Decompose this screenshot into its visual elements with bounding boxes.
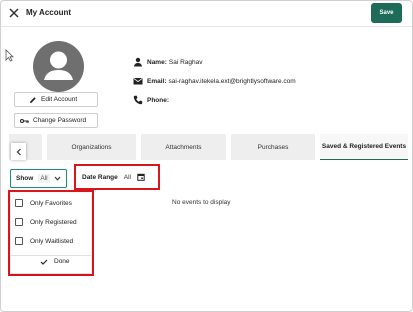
tab-bar: Organizations Attachments Purchases Save… (9, 134, 408, 160)
menu-divider (11, 255, 91, 256)
chevron-left-icon (16, 148, 21, 155)
show-filter-value: All (38, 174, 50, 183)
show-filter-dropdown[interactable]: Show All (10, 169, 67, 188)
save-button[interactable]: Save (371, 3, 402, 23)
change-password-label: Change Password (33, 117, 87, 124)
name-row: Name: Sai Raghav (133, 57, 202, 67)
checkbox[interactable] (15, 237, 23, 245)
dialog-header: My Account Save (1, 1, 412, 27)
edit-account-label: Edit Account (41, 96, 78, 103)
show-filter-menu: Only Favorites Only Registered Only Wait… (11, 193, 91, 273)
change-password-button[interactable]: Change Password (14, 113, 98, 128)
phone-row: Phone: (133, 95, 171, 105)
tab-purchases[interactable]: Purchases (231, 134, 315, 160)
show-filter-menu-highlight: Only Favorites Only Registered Only Wait… (8, 190, 94, 276)
email-row: Email: sai-raghav.itekela.ext@brightlyso… (133, 76, 296, 86)
mouse-cursor-icon (5, 49, 14, 62)
envelope-icon (133, 78, 143, 85)
edit-account-button[interactable]: Edit Account (14, 92, 98, 107)
name-value: Sai Raghav (168, 58, 203, 66)
option-only-favorites[interactable]: Only Favorites (15, 199, 72, 207)
header-divider (1, 26, 412, 27)
done-button[interactable]: Done (40, 258, 70, 265)
option-label: Only Waitlisted (30, 237, 74, 245)
tab-saved-registered-events[interactable]: Saved & Registered Events (320, 134, 408, 160)
checkbox[interactable] (15, 218, 23, 226)
phone-label: Phone: (147, 96, 170, 104)
calendar-icon[interactable] (137, 173, 145, 181)
chevron-down-icon (54, 176, 60, 181)
person-icon (134, 57, 142, 67)
option-only-waitlisted[interactable]: Only Waitlisted (15, 237, 73, 245)
date-range-label: Date Range (82, 173, 118, 181)
date-range-filter[interactable]: Date Range All (79, 169, 155, 185)
name-label: Name: (147, 58, 167, 66)
date-range-value: All (123, 173, 131, 181)
checkmark-icon (40, 259, 48, 265)
tab-organizations[interactable]: Organizations (47, 134, 136, 160)
email-value: sai-raghav.itekela.ext@brightlysoftware.… (168, 77, 296, 85)
checkbox[interactable] (15, 199, 23, 207)
phone-icon (133, 95, 143, 105)
option-only-registered[interactable]: Only Registered (15, 218, 77, 226)
pencil-icon (30, 96, 36, 103)
empty-state-message: No events to display (172, 199, 231, 206)
option-label: Only Registered (30, 218, 77, 226)
option-label: Only Favorites (30, 199, 72, 207)
tab-attachments[interactable]: Attachments (141, 134, 226, 160)
email-label: Email: (147, 77, 167, 85)
my-account-dialog: My Account Save Edit Account Change Pass… (0, 0, 413, 312)
date-range-highlight: Date Range All (74, 164, 160, 190)
show-filter-label: Show (16, 175, 34, 182)
done-label: Done (54, 258, 70, 265)
avatar-placeholder-icon (33, 41, 84, 92)
dialog-title: My Account (26, 8, 72, 17)
close-icon[interactable] (7, 6, 21, 20)
key-icon (20, 118, 29, 123)
tab-scroll-left-button[interactable] (11, 143, 26, 160)
